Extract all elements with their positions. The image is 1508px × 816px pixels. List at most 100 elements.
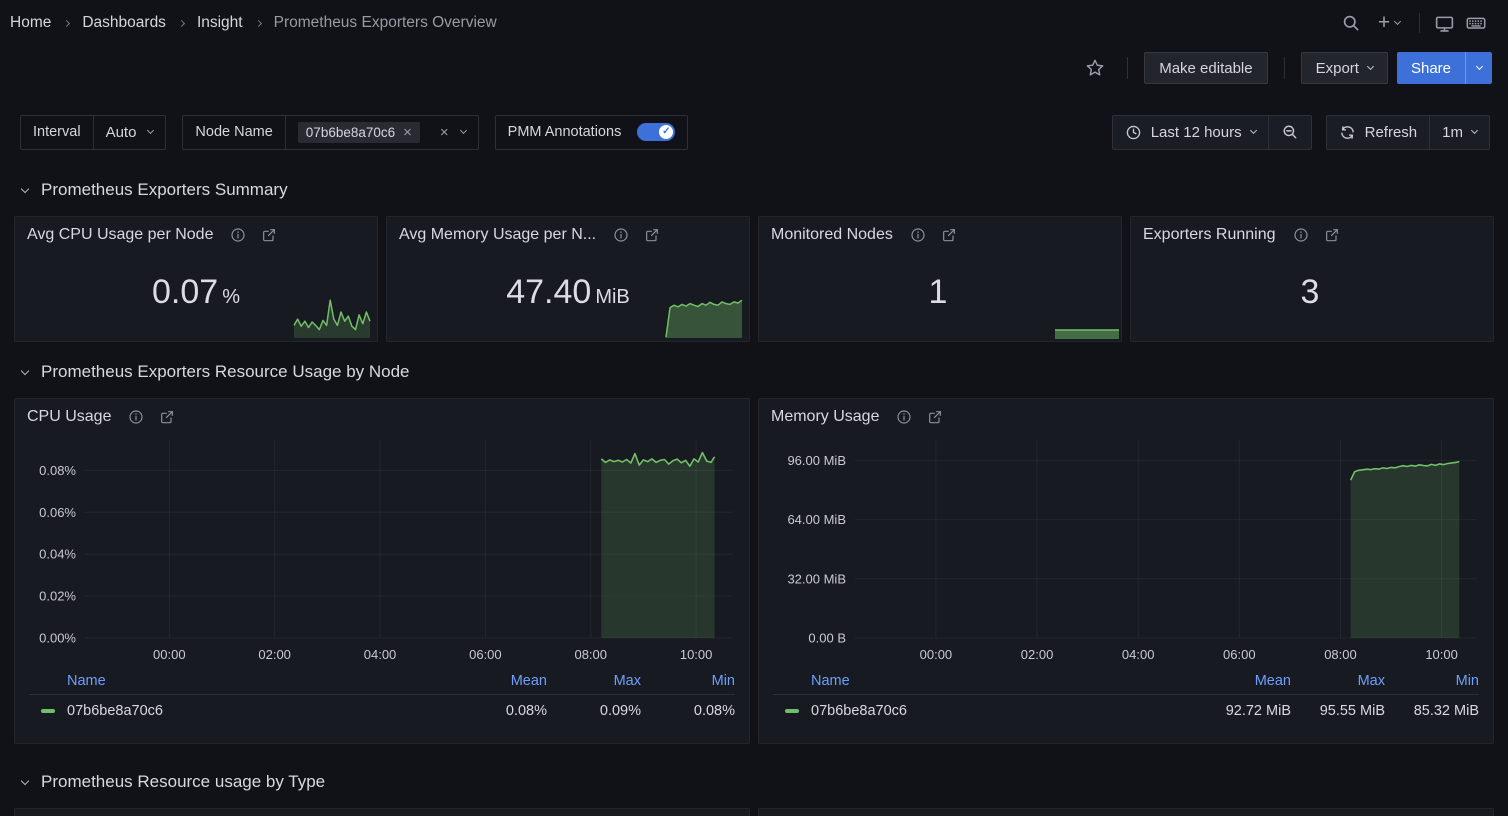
- clock-icon: [1125, 124, 1142, 141]
- time-picker-group: Last 12 hours: [1112, 115, 1312, 150]
- chevron-down-icon: [21, 184, 29, 192]
- chevron-down-icon: [1250, 127, 1257, 134]
- external-link-icon[interactable]: [1324, 227, 1340, 243]
- stat-value: 1: [759, 273, 1121, 312]
- external-link-icon[interactable]: [159, 409, 175, 425]
- section-prometheus-exporters-summary[interactable]: Prometheus Exporters Summary: [22, 178, 1490, 202]
- dashboard-toolbar: Make editable Export Share: [0, 46, 1508, 90]
- tv-mode-button[interactable]: [1428, 7, 1460, 39]
- panel-title[interactable]: CPU Usage: [27, 408, 111, 426]
- toolbar-divider: [1127, 57, 1128, 79]
- memory-usage-chart[interactable]: 0.00 B32.00 MiB64.00 MiB96.00 MiB00:0002…: [767, 430, 1485, 668]
- legend-col-name[interactable]: Name: [29, 673, 453, 689]
- share-button[interactable]: Share: [1397, 52, 1465, 84]
- interval-select[interactable]: Auto: [94, 116, 166, 149]
- node-name-select[interactable]: 07b6be8a70c6 × ×: [286, 116, 478, 149]
- panel-title[interactable]: Monitored Nodes: [771, 226, 893, 244]
- panel-title[interactable]: Memory Usage: [771, 408, 879, 426]
- chevron-down-icon: [1471, 127, 1478, 134]
- panel-title[interactable]: Avg Memory Usage per N...: [399, 226, 596, 244]
- keyboard-shortcuts-button[interactable]: [1460, 7, 1492, 39]
- pmm-annotations-toggle-wrap: ✓: [633, 116, 687, 149]
- time-range-button[interactable]: Last 12 hours: [1113, 116, 1268, 149]
- clear-selection-icon[interactable]: ×: [440, 125, 449, 140]
- svg-text:04:00: 04:00: [1122, 647, 1155, 662]
- external-link-icon[interactable]: [261, 227, 277, 243]
- legend-col-name[interactable]: Name: [773, 673, 1197, 689]
- series-name[interactable]: 07b6be8a70c6: [811, 703, 1197, 719]
- new-dashboard-button[interactable]: +: [1367, 7, 1411, 39]
- share-options-button[interactable]: [1465, 52, 1492, 84]
- svg-text:96.00 MiB: 96.00 MiB: [787, 453, 846, 468]
- export-button[interactable]: Export: [1301, 52, 1388, 84]
- pmm-annotations-label: PMM Annotations: [496, 116, 634, 149]
- legend-col-max[interactable]: Max: [1291, 673, 1385, 689]
- series-max: 95.55 MiB: [1291, 703, 1385, 719]
- chevron-down-icon: [460, 127, 467, 134]
- breadcrumb-home[interactable]: Home: [10, 14, 51, 32]
- panel-monitored-nodes: Monitored Nodes 1: [758, 216, 1122, 342]
- cpu-usage-chart[interactable]: 0.00%0.02%0.04%0.06%0.08%00:0002:0004:00…: [23, 430, 741, 668]
- legend-col-mean[interactable]: Mean: [453, 673, 547, 689]
- info-icon[interactable]: [128, 409, 144, 425]
- legend-col-max[interactable]: Max: [547, 673, 641, 689]
- panel-icons: [613, 227, 660, 243]
- breadcrumb-insight[interactable]: Insight: [197, 14, 243, 32]
- refresh-interval-value: 1m: [1442, 124, 1463, 141]
- external-link-icon[interactable]: [927, 409, 943, 425]
- remove-tag-icon[interactable]: ×: [403, 125, 412, 140]
- panel-header: Exporters Running: [1131, 217, 1493, 244]
- info-icon[interactable]: [230, 227, 246, 243]
- stat-value: 3: [1131, 273, 1493, 312]
- stat-number: 3: [1301, 273, 1320, 311]
- legend-col-min[interactable]: Min: [1385, 673, 1479, 689]
- legend-row: 07b6be8a70c6 92.72 MiB 95.55 MiB 85.32 M…: [773, 695, 1479, 727]
- zoom-out-time-button[interactable]: [1269, 116, 1311, 149]
- panel-icons: [128, 409, 175, 425]
- keyboard-icon: [1465, 12, 1487, 34]
- top-nav: Home Dashboards Insight Prometheus Expor…: [0, 0, 1508, 46]
- svg-text:10:00: 10:00: [680, 647, 713, 662]
- svg-text:64.00 MiB: 64.00 MiB: [787, 512, 846, 527]
- legend-col-min[interactable]: Min: [641, 673, 735, 689]
- monitor-icon: [1434, 13, 1455, 34]
- svg-text:06:00: 06:00: [1223, 647, 1256, 662]
- info-icon[interactable]: [1293, 227, 1309, 243]
- panel-icons: [910, 227, 957, 243]
- svg-text:06:00: 06:00: [469, 647, 502, 662]
- breadcrumb-separator-icon: [255, 19, 262, 26]
- external-link-icon[interactable]: [644, 227, 660, 243]
- panel-avg-cpu-usage: Avg CPU Usage per Node 0.07%: [14, 216, 378, 342]
- legend-col-mean[interactable]: Mean: [1197, 673, 1291, 689]
- legend-table: Name Mean Max Min 07b6be8a70c6 0.08% 0.0…: [29, 668, 735, 727]
- refresh-interval-select[interactable]: 1m: [1430, 116, 1489, 149]
- share-button-group: Share: [1397, 52, 1492, 84]
- chevron-down-icon: [21, 776, 29, 784]
- section-title: Prometheus Exporters Resource Usage by N…: [41, 362, 410, 382]
- svg-text:04:00: 04:00: [364, 647, 397, 662]
- pmm-annotations-toggle[interactable]: ✓: [637, 123, 675, 141]
- info-icon[interactable]: [910, 227, 926, 243]
- sparkline: [665, 293, 743, 339]
- external-link-icon[interactable]: [941, 227, 957, 243]
- series-mean: 0.08%: [453, 703, 547, 719]
- section-resource-usage-by-type[interactable]: Prometheus Resource usage by Type: [22, 770, 1490, 794]
- stat-unit: MiB: [595, 286, 629, 308]
- refresh-button[interactable]: Refresh: [1327, 116, 1430, 149]
- breadcrumb-dashboards[interactable]: Dashboards: [82, 14, 166, 32]
- panel-title[interactable]: Avg CPU Usage per Node: [27, 226, 213, 244]
- info-icon[interactable]: [896, 409, 912, 425]
- series-name[interactable]: 07b6be8a70c6: [67, 703, 453, 719]
- svg-text:00:00: 00:00: [920, 647, 953, 662]
- panel-title[interactable]: Exporters Running: [1143, 226, 1276, 244]
- node-name-label: Node Name: [183, 116, 285, 149]
- info-icon[interactable]: [613, 227, 629, 243]
- make-editable-button[interactable]: Make editable: [1144, 52, 1267, 84]
- search-button[interactable]: [1335, 7, 1367, 39]
- panel-cpu-usage: CPU Usage 0.00%0.02%0.04%0.06%0.08%00:00…: [14, 398, 750, 744]
- stat-number: 47.40: [506, 273, 591, 311]
- section-resource-usage-by-node[interactable]: Prometheus Exporters Resource Usage by N…: [22, 360, 1490, 384]
- breadcrumb-separator-icon: [178, 19, 185, 26]
- charts-row: CPU Usage 0.00%0.02%0.04%0.06%0.08%00:00…: [14, 398, 1494, 744]
- favorite-button[interactable]: [1079, 52, 1111, 84]
